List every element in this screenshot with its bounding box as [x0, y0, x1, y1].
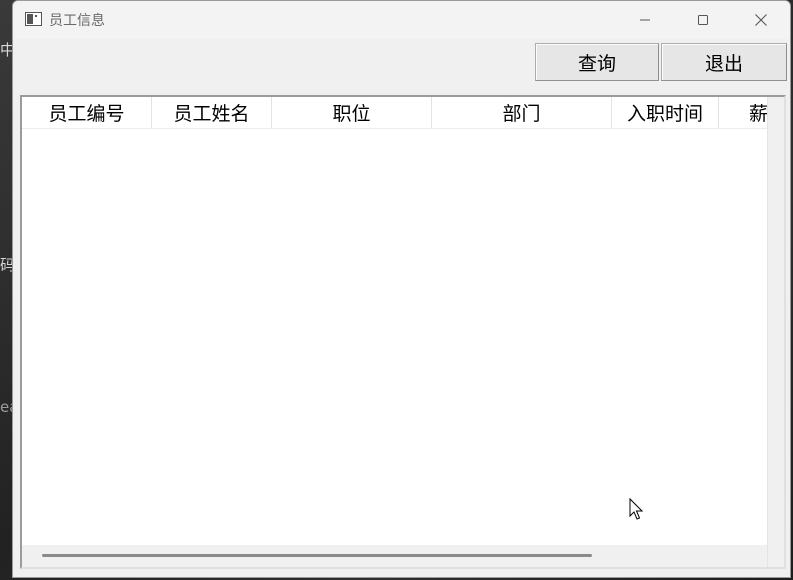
background-text-fragment: ea: [0, 398, 12, 416]
exit-button[interactable]: 退出: [661, 43, 787, 81]
column-header-employee-id[interactable]: 员工编号: [22, 97, 152, 128]
mouse-cursor-icon: [629, 498, 644, 520]
close-icon: [755, 14, 767, 26]
background-text-fragment: 码: [0, 256, 12, 274]
table-header: 员工编号 员工姓名 职位 部门 入职时间 薪: [22, 97, 784, 129]
background-text-fragment: 中: [0, 41, 12, 59]
employee-table[interactable]: 员工编号 员工姓名 职位 部门 入职时间 薪: [20, 95, 786, 569]
column-header-department[interactable]: 部门: [432, 97, 612, 128]
vertical-scroll-gutter[interactable]: [767, 97, 784, 567]
maximize-button[interactable]: [674, 1, 732, 39]
column-header-employee-name[interactable]: 员工姓名: [152, 97, 272, 128]
employee-info-window: 员工信息 查询 退出 员工编号 员工姓名 职位 部门 入职时间 薪: [12, 0, 791, 578]
query-button[interactable]: 查询: [535, 43, 659, 81]
minimize-icon: [640, 19, 650, 21]
column-header-position[interactable]: 职位: [272, 97, 432, 128]
maximize-icon: [698, 15, 708, 25]
minimize-button[interactable]: [616, 1, 674, 39]
desktop-background: 中 码 ea 员工信息: [0, 0, 793, 580]
close-button[interactable]: [732, 1, 790, 39]
horizontal-scrollbar[interactable]: [22, 545, 767, 567]
column-header-hire-date[interactable]: 入职时间: [612, 97, 719, 128]
app-window-icon: [25, 12, 42, 26]
title-bar[interactable]: 员工信息: [13, 1, 790, 39]
window-title: 员工信息: [49, 13, 105, 29]
horizontal-scrollbar-thumb[interactable]: [42, 554, 592, 557]
